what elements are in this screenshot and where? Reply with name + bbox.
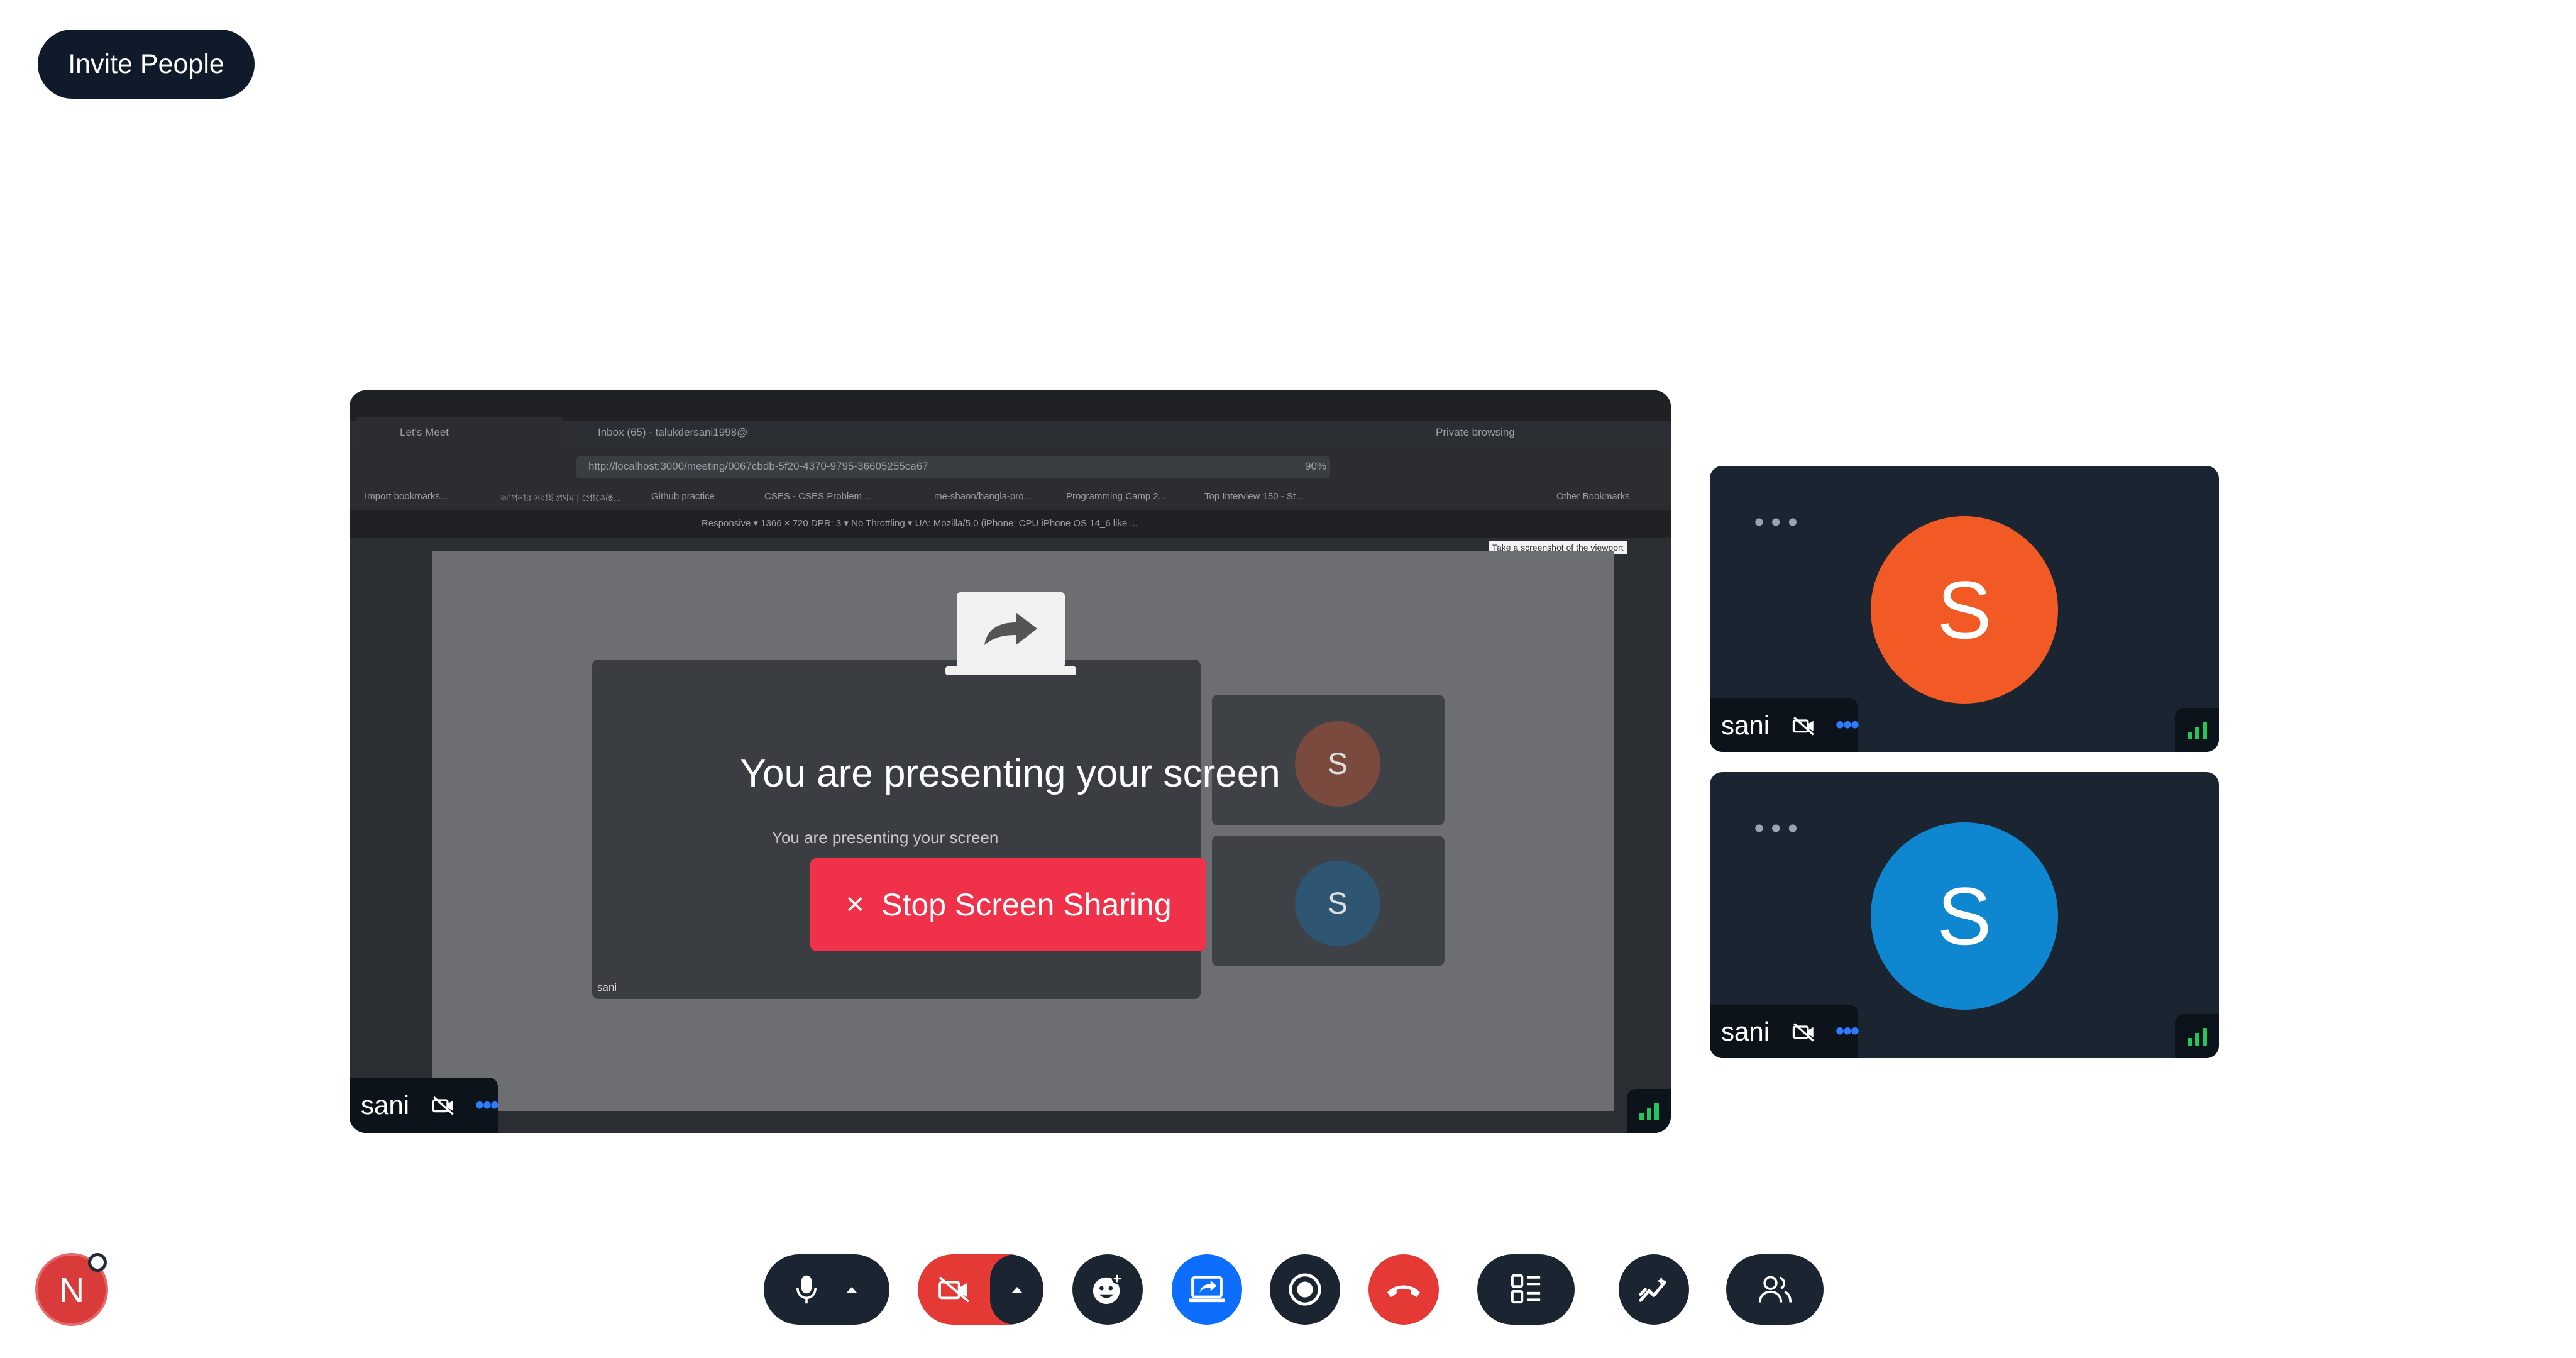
record-button[interactable] — [1270, 1254, 1340, 1325]
record-icon[interactable] — [1288, 1272, 1322, 1306]
preview-tab-active — [356, 417, 563, 447]
invite-people-button[interactable]: Invite People — [38, 30, 255, 99]
avatar: S — [1871, 516, 2058, 704]
preview-tab-bar — [350, 390, 1671, 421]
preview-bookmark: Github practice — [651, 491, 715, 502]
screen-share-button[interactable] — [1172, 1254, 1242, 1325]
participant-name-tag: sani ••• — [1710, 698, 1859, 752]
screen-share-icon[interactable] — [1189, 1276, 1225, 1303]
participants-icon[interactable] — [1758, 1274, 1793, 1305]
preview-bookmark: Import bookmarks... — [365, 491, 448, 502]
mic-icon[interactable] — [795, 1274, 818, 1305]
layout-icon[interactable] — [1511, 1274, 1542, 1305]
status-indicator — [88, 1253, 107, 1272]
preview-tab-label: Let's Meet — [400, 426, 449, 438]
connection-signal-icon — [1627, 1089, 1671, 1133]
screen-share-icon — [945, 592, 1076, 675]
camera-off-icon — [1792, 1022, 1814, 1042]
chevron-up-icon[interactable] — [845, 1285, 858, 1294]
camera-off-icon — [432, 1096, 454, 1115]
presenting-status-text: You are presenting your screen — [740, 752, 1280, 795]
whiteboard-button[interactable] — [1619, 1254, 1689, 1325]
connection-signal-icon — [2175, 1014, 2219, 1058]
preview-inner-name: sani — [597, 981, 617, 993]
participant-tile: ••• S sani ••• — [1710, 466, 2219, 752]
end-call-icon[interactable] — [1384, 1281, 1423, 1298]
layout-button[interactable] — [1477, 1254, 1575, 1325]
stop-screen-sharing-label: Stop Screen Sharing — [881, 887, 1172, 922]
camera-off-icon — [1792, 716, 1814, 736]
participant-name: sani — [1721, 1016, 1770, 1046]
tile-menu-icon[interactable]: ••• — [1751, 507, 1802, 538]
avatar: S — [1871, 822, 2058, 1010]
preview-inner-presenting-text: You are presenting your screen — [772, 828, 999, 847]
participant-name-tag: sani ••• — [1710, 1005, 1859, 1058]
preview-devtools-text: Responsive ▾ 1366 × 720 DPR: 3 ▾ No Thro… — [702, 518, 1138, 529]
preview-zoom: 90% — [1305, 460, 1327, 472]
preview-other-bookmarks: Other Bookmarks — [1556, 491, 1630, 502]
more-options-icon[interactable]: ••• — [475, 1091, 499, 1120]
tile-menu-icon[interactable]: ••• — [1751, 814, 1802, 844]
participant-name: sani — [361, 1090, 410, 1120]
participant-name: sani — [1721, 710, 1770, 740]
chevron-up-icon[interactable] — [1011, 1285, 1023, 1294]
participants-button[interactable] — [1726, 1254, 1824, 1325]
close-icon: ✕ — [845, 892, 866, 919]
more-options-icon[interactable]: ••• — [1836, 1017, 1859, 1046]
more-options-icon[interactable]: ••• — [1836, 711, 1859, 739]
reactions-button[interactable] — [1072, 1254, 1143, 1325]
participant-name-tag: sani ••• — [350, 1078, 499, 1133]
camera-control[interactable] — [918, 1254, 1043, 1325]
leave-call-button[interactable] — [1368, 1254, 1439, 1325]
stop-screen-sharing-button[interactable]: ✕ Stop Screen Sharing — [810, 858, 1206, 951]
emoji-add-icon[interactable] — [1091, 1272, 1125, 1306]
participant-tile: ••• S sani ••• — [1710, 772, 2219, 1058]
preview-bookmark: Top Interview 150 - St... — [1204, 491, 1304, 502]
microphone-control[interactable] — [764, 1254, 889, 1325]
preview-bookmark: me-shaon/bangla-pro... — [934, 491, 1032, 502]
presenter-tile: Let's Meet Inbox (65) - talukdersani1998… — [350, 390, 1671, 1133]
preview-bookmark: Programming Camp 2... — [1066, 491, 1167, 502]
preview-url-text: http://localhost:3000/meeting/0067cbdb-5… — [588, 460, 928, 472]
preview-inner-avatar: S — [1295, 861, 1380, 946]
preview-private-label: Private browsing — [1436, 426, 1515, 438]
connection-signal-icon — [2175, 708, 2219, 752]
preview-bookmark: আপনার সবাই প্রথম | প্রোজেক্ট... — [500, 493, 622, 504]
preview-tab-label: Inbox (65) - talukdersani1998@ — [598, 426, 748, 438]
whiteboard-icon[interactable] — [1637, 1272, 1671, 1306]
preview-bookmark: CSES - CSES Problem ... — [764, 491, 872, 502]
camera-off-icon[interactable] — [937, 1276, 971, 1303]
